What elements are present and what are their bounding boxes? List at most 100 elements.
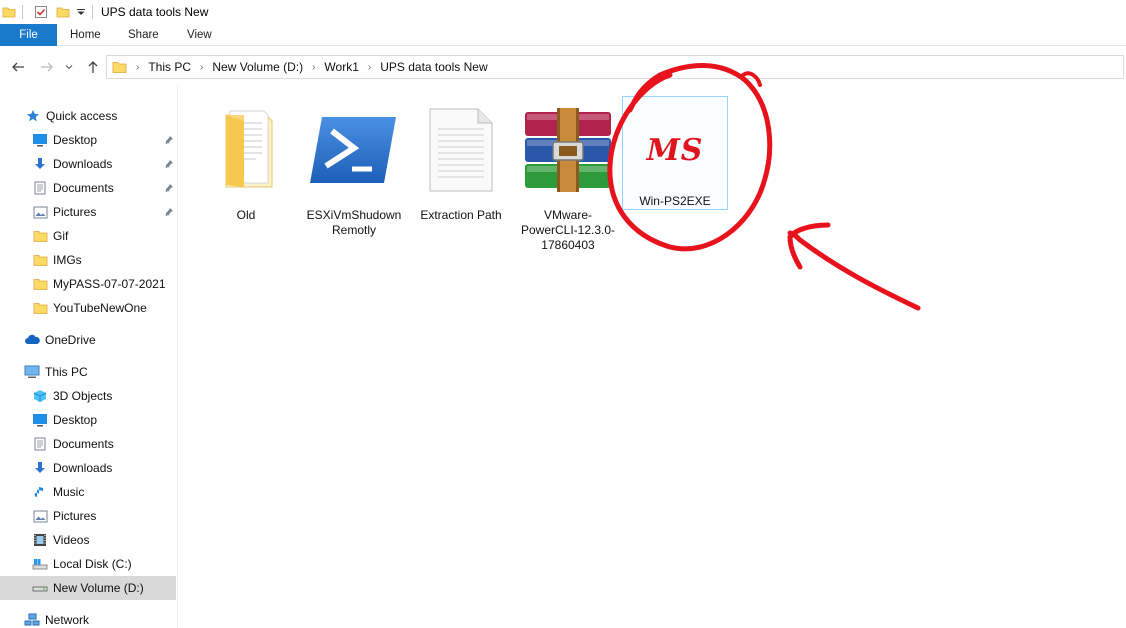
sidebar-item-label: MyPASS-07-07-2021 [53,277,166,291]
tab-file[interactable]: File [0,24,57,46]
sidebar-item-imgs[interactable]: IMGs [0,248,176,272]
sidebar-item-label: 3D Objects [53,389,113,403]
sidebar-item-pc-downloads[interactable]: Downloads [0,456,176,480]
sidebar-item-desktop[interactable]: Desktop [0,128,176,152]
drive-icon [32,580,48,596]
file-item-win-ps2exe[interactable]: MS Win-PS2EXE [622,96,728,210]
sidebar-item-label: Gif [53,229,69,243]
chevron-right-icon[interactable]: › [200,62,203,73]
title-bar: UPS data tools New [0,0,1126,24]
navigation-pane: Quick access Desktop Downloads Documents… [0,86,178,628]
chevron-right-icon[interactable]: › [368,62,371,73]
sidebar-item-documents[interactable]: Documents [0,176,176,200]
folder-icon [32,228,48,244]
powershell-icon [304,100,404,200]
pin-icon[interactable] [164,134,174,148]
sidebar-item-label: New Volume (D:) [53,581,144,595]
folder-icon [196,100,296,200]
videos-icon [32,532,48,548]
desktop-icon [32,412,48,428]
ms-logo: MS [646,132,704,168]
pin-icon[interactable] [164,182,174,196]
sidebar-item-quick-access[interactable]: Quick access [0,104,176,128]
this-pc-icon [24,364,40,380]
breadcrumb-current-folder[interactable]: UPS data tools New [380,60,487,74]
tab-view[interactable]: View [187,24,212,46]
sidebar-item-label: Videos [53,533,90,547]
downloads-icon [32,156,48,172]
breadcrumb-new-volume[interactable]: New Volume (D:) [212,60,303,74]
back-arrow-icon [12,62,24,72]
folder-icon [112,60,127,74]
sidebar-item-this-pc[interactable]: This PC [0,360,176,384]
sidebar-item-gif[interactable]: Gif [0,224,176,248]
pin-icon[interactable] [164,206,174,220]
sidebar-item-pc-pictures[interactable]: Pictures [0,504,176,528]
sidebar-item-label: Desktop [53,133,98,147]
folder-icon [32,276,48,292]
sidebar-item-youtubenewone[interactable]: YouTubeNewOne [0,296,176,320]
documents-icon [32,180,48,196]
tab-share[interactable]: Share [128,24,159,46]
winrar-archive-icon [518,100,618,200]
ms-app-icon: MS [625,100,725,200]
navigation-bar: › This PC › New Volume (D:) › Work1 › UP… [0,52,1126,82]
sidebar-item-label: Downloads [53,157,113,171]
ribbon-tabs: File Home Share View [0,24,1126,46]
new-folder-icon[interactable] [56,4,70,20]
sidebar-item-pc-desktop[interactable]: Desktop [0,408,176,432]
file-list: Old ESXiVmShudown Remotly Extraction Pat… [180,86,1126,628]
sidebar-item-3d-objects[interactable]: 3D Objects [0,384,176,408]
tab-home[interactable]: Home [70,24,101,46]
sidebar-item-label: OneDrive [45,333,96,347]
local-disk-icon [32,556,48,572]
file-item-extraction-path[interactable]: Extraction Path [411,100,511,222]
file-name: Old [236,208,256,222]
folder-icon [2,4,16,20]
breadcrumb-this-pc[interactable]: This PC [148,60,191,74]
sidebar-item-pc-documents[interactable]: Documents [0,432,176,456]
up-button[interactable] [84,58,102,76]
pictures-icon [32,204,48,220]
file-name: ESXiVmShudown Remotly [306,208,402,237]
recent-locations-button[interactable] [63,58,75,76]
sidebar-item-label: YouTubeNewOne [53,301,147,315]
sidebar-item-new-volume-d[interactable]: New Volume (D:) [0,576,176,600]
sidebar-item-downloads[interactable]: Downloads [0,152,176,176]
downloads-icon [32,460,48,476]
pin-icon[interactable] [164,158,174,172]
sidebar-item-label: Network [45,613,90,627]
music-icon [32,484,48,500]
customize-toolbar-dropdown-icon[interactable] [76,4,86,20]
address-bar[interactable]: › This PC › New Volume (D:) › Work1 › UP… [106,55,1124,79]
network-icon [24,612,40,628]
text-file-icon [411,100,511,200]
documents-icon [32,436,48,452]
sidebar-item-onedrive[interactable]: OneDrive [0,328,176,352]
file-item-old[interactable]: Old [196,100,296,222]
file-name: Extraction Path [420,208,502,222]
sidebar-item-mypass[interactable]: MyPASS-07-07-2021 [0,272,176,296]
sidebar-item-label: IMGs [53,253,82,267]
sidebar-item-pictures[interactable]: Pictures [0,200,176,224]
sidebar-item-label: Pictures [53,205,97,219]
file-item-esxi-script[interactable]: ESXiVmShudown Remotly [304,100,404,240]
sidebar-item-music[interactable]: Music [0,480,176,504]
back-button[interactable] [9,58,27,76]
sidebar-item-label: Documents [53,437,114,451]
breadcrumb-work1[interactable]: Work1 [324,60,358,74]
sidebar-item-label: This PC [45,365,88,379]
file-item-vmware-powercli[interactable]: VMware-PowerCLI-12.3.0-17860403 [518,100,618,252]
forward-arrow-icon [41,62,53,72]
folder-icon [32,300,48,316]
sidebar-item-network[interactable]: Network [0,608,176,628]
chevron-right-icon[interactable]: › [312,62,315,73]
sidebar-item-local-disk-c[interactable]: Local Disk (C:) [0,552,176,576]
sidebar-item-videos[interactable]: Videos [0,528,176,552]
3d-objects-icon [32,388,48,404]
forward-button[interactable] [38,58,56,76]
sidebar-item-label: Music [53,485,85,499]
sidebar-item-label: Local Disk (C:) [53,557,132,571]
folder-icon [32,252,48,268]
properties-icon[interactable] [34,4,48,20]
